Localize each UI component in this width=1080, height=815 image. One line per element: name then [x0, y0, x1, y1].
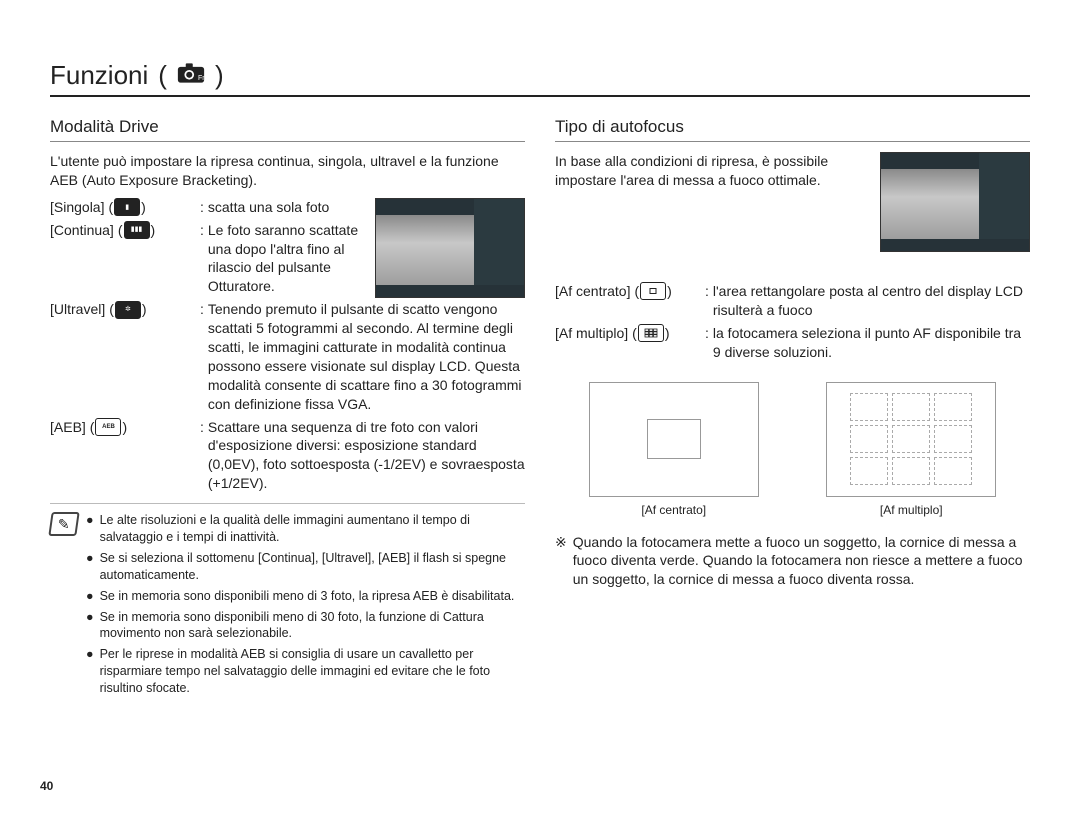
opt-label-ultravel: [Ultravel]: [50, 300, 105, 319]
note-5: Per le riprese in modalità AEB si consig…: [100, 646, 525, 697]
af-center-icon: [640, 282, 666, 300]
note-3: Se in memoria sono disponibili meno di 3…: [100, 588, 515, 605]
opt-row-continuous: [Continua] (▮▮▮) :Le foto saranno scatta…: [50, 221, 367, 297]
footnote-mark: ※: [555, 533, 567, 590]
lcd-preview-drive: [375, 198, 525, 298]
opt-desc-af-center: l'area rettangolare posta al centro del …: [713, 282, 1030, 320]
drive-intro: L'utente può impostare la ripresa contin…: [50, 152, 525, 190]
af-diagram-center: [Af centrato]: [589, 382, 759, 517]
chapter-title: Funzioni: [50, 60, 148, 91]
opt-desc-single: scatta una sola foto: [208, 198, 329, 217]
camera-fn-icon: Fn: [177, 62, 205, 89]
note-4: Se in memoria sono disponibili meno di 3…: [100, 609, 525, 643]
page-number: 40: [40, 779, 53, 793]
note-2: Se si seleziona il sottomenu [Continua],…: [100, 550, 525, 584]
af-footnote: ※ Quando la fotocamera mette a fuoco un …: [555, 533, 1030, 590]
section-title-drive: Modalità Drive: [50, 117, 525, 142]
opt-label-af-multi: [Af multiplo]: [555, 324, 628, 343]
opt-desc-aeb: Scattare una sequenza di tre foto con va…: [208, 418, 525, 494]
note-1: Le alte risoluzioni e la qualità delle i…: [100, 512, 525, 546]
opt-row-ultravel: [Ultravel] (✲) :Tenendo premuto il pulsa…: [50, 300, 525, 413]
single-shot-icon: ▮: [114, 198, 140, 216]
section-title-af: Tipo di autofocus: [555, 117, 1030, 142]
af-multi-icon: [638, 324, 664, 342]
opt-label-aeb: [AEB]: [50, 418, 86, 437]
opt-row-single: [Singola] (▮) :scatta una sola foto: [50, 198, 367, 217]
opt-desc-ultravel: Tenendo premuto il pulsante di scatto ve…: [208, 300, 525, 413]
chapter-paren-open: (: [158, 60, 167, 91]
ultravel-icon: ✲: [115, 301, 141, 319]
chapter-header: Funzioni ( Fn ): [50, 60, 1030, 97]
af-diagram-center-label: [Af centrato]: [589, 503, 759, 517]
chapter-paren-close: ): [215, 60, 224, 91]
opt-label-af-center: [Af centrato]: [555, 282, 630, 301]
af-intro: In base alla condizioni di ripresa, è po…: [555, 152, 872, 190]
aeb-icon: AEB: [95, 418, 121, 436]
opt-row-af-multi: [Af multiplo] () :la fotocamera selezion…: [555, 324, 1030, 362]
opt-label-single: [Singola]: [50, 198, 104, 217]
continuous-icon: ▮▮▮: [124, 221, 150, 239]
svg-text:Fn: Fn: [198, 75, 205, 82]
left-column: Modalità Drive L'utente può impostare la…: [50, 117, 525, 701]
note-box: ✎ ●Le alte risoluzioni e la qualità dell…: [50, 503, 525, 701]
af-diagram-multi: [Af multiplo]: [826, 382, 996, 517]
opt-row-af-center: [Af centrato] () :l'area rettangolare po…: [555, 282, 1030, 320]
note-icon: ✎: [48, 512, 79, 536]
right-column: Tipo di autofocus In base alla condizion…: [555, 117, 1030, 701]
af-diagram-multi-label: [Af multiplo]: [826, 503, 996, 517]
opt-desc-continuous: Le foto saranno scattate una dopo l'altr…: [208, 221, 367, 297]
opt-label-continuous: [Continua]: [50, 221, 114, 240]
footnote-text: Quando la fotocamera mette a fuoco un so…: [573, 533, 1030, 590]
lcd-preview-af: [880, 152, 1030, 252]
opt-row-aeb: [AEB] (AEB) :Scattare una sequenza di tr…: [50, 418, 525, 494]
opt-desc-af-multi: la fotocamera seleziona il punto AF disp…: [713, 324, 1030, 362]
